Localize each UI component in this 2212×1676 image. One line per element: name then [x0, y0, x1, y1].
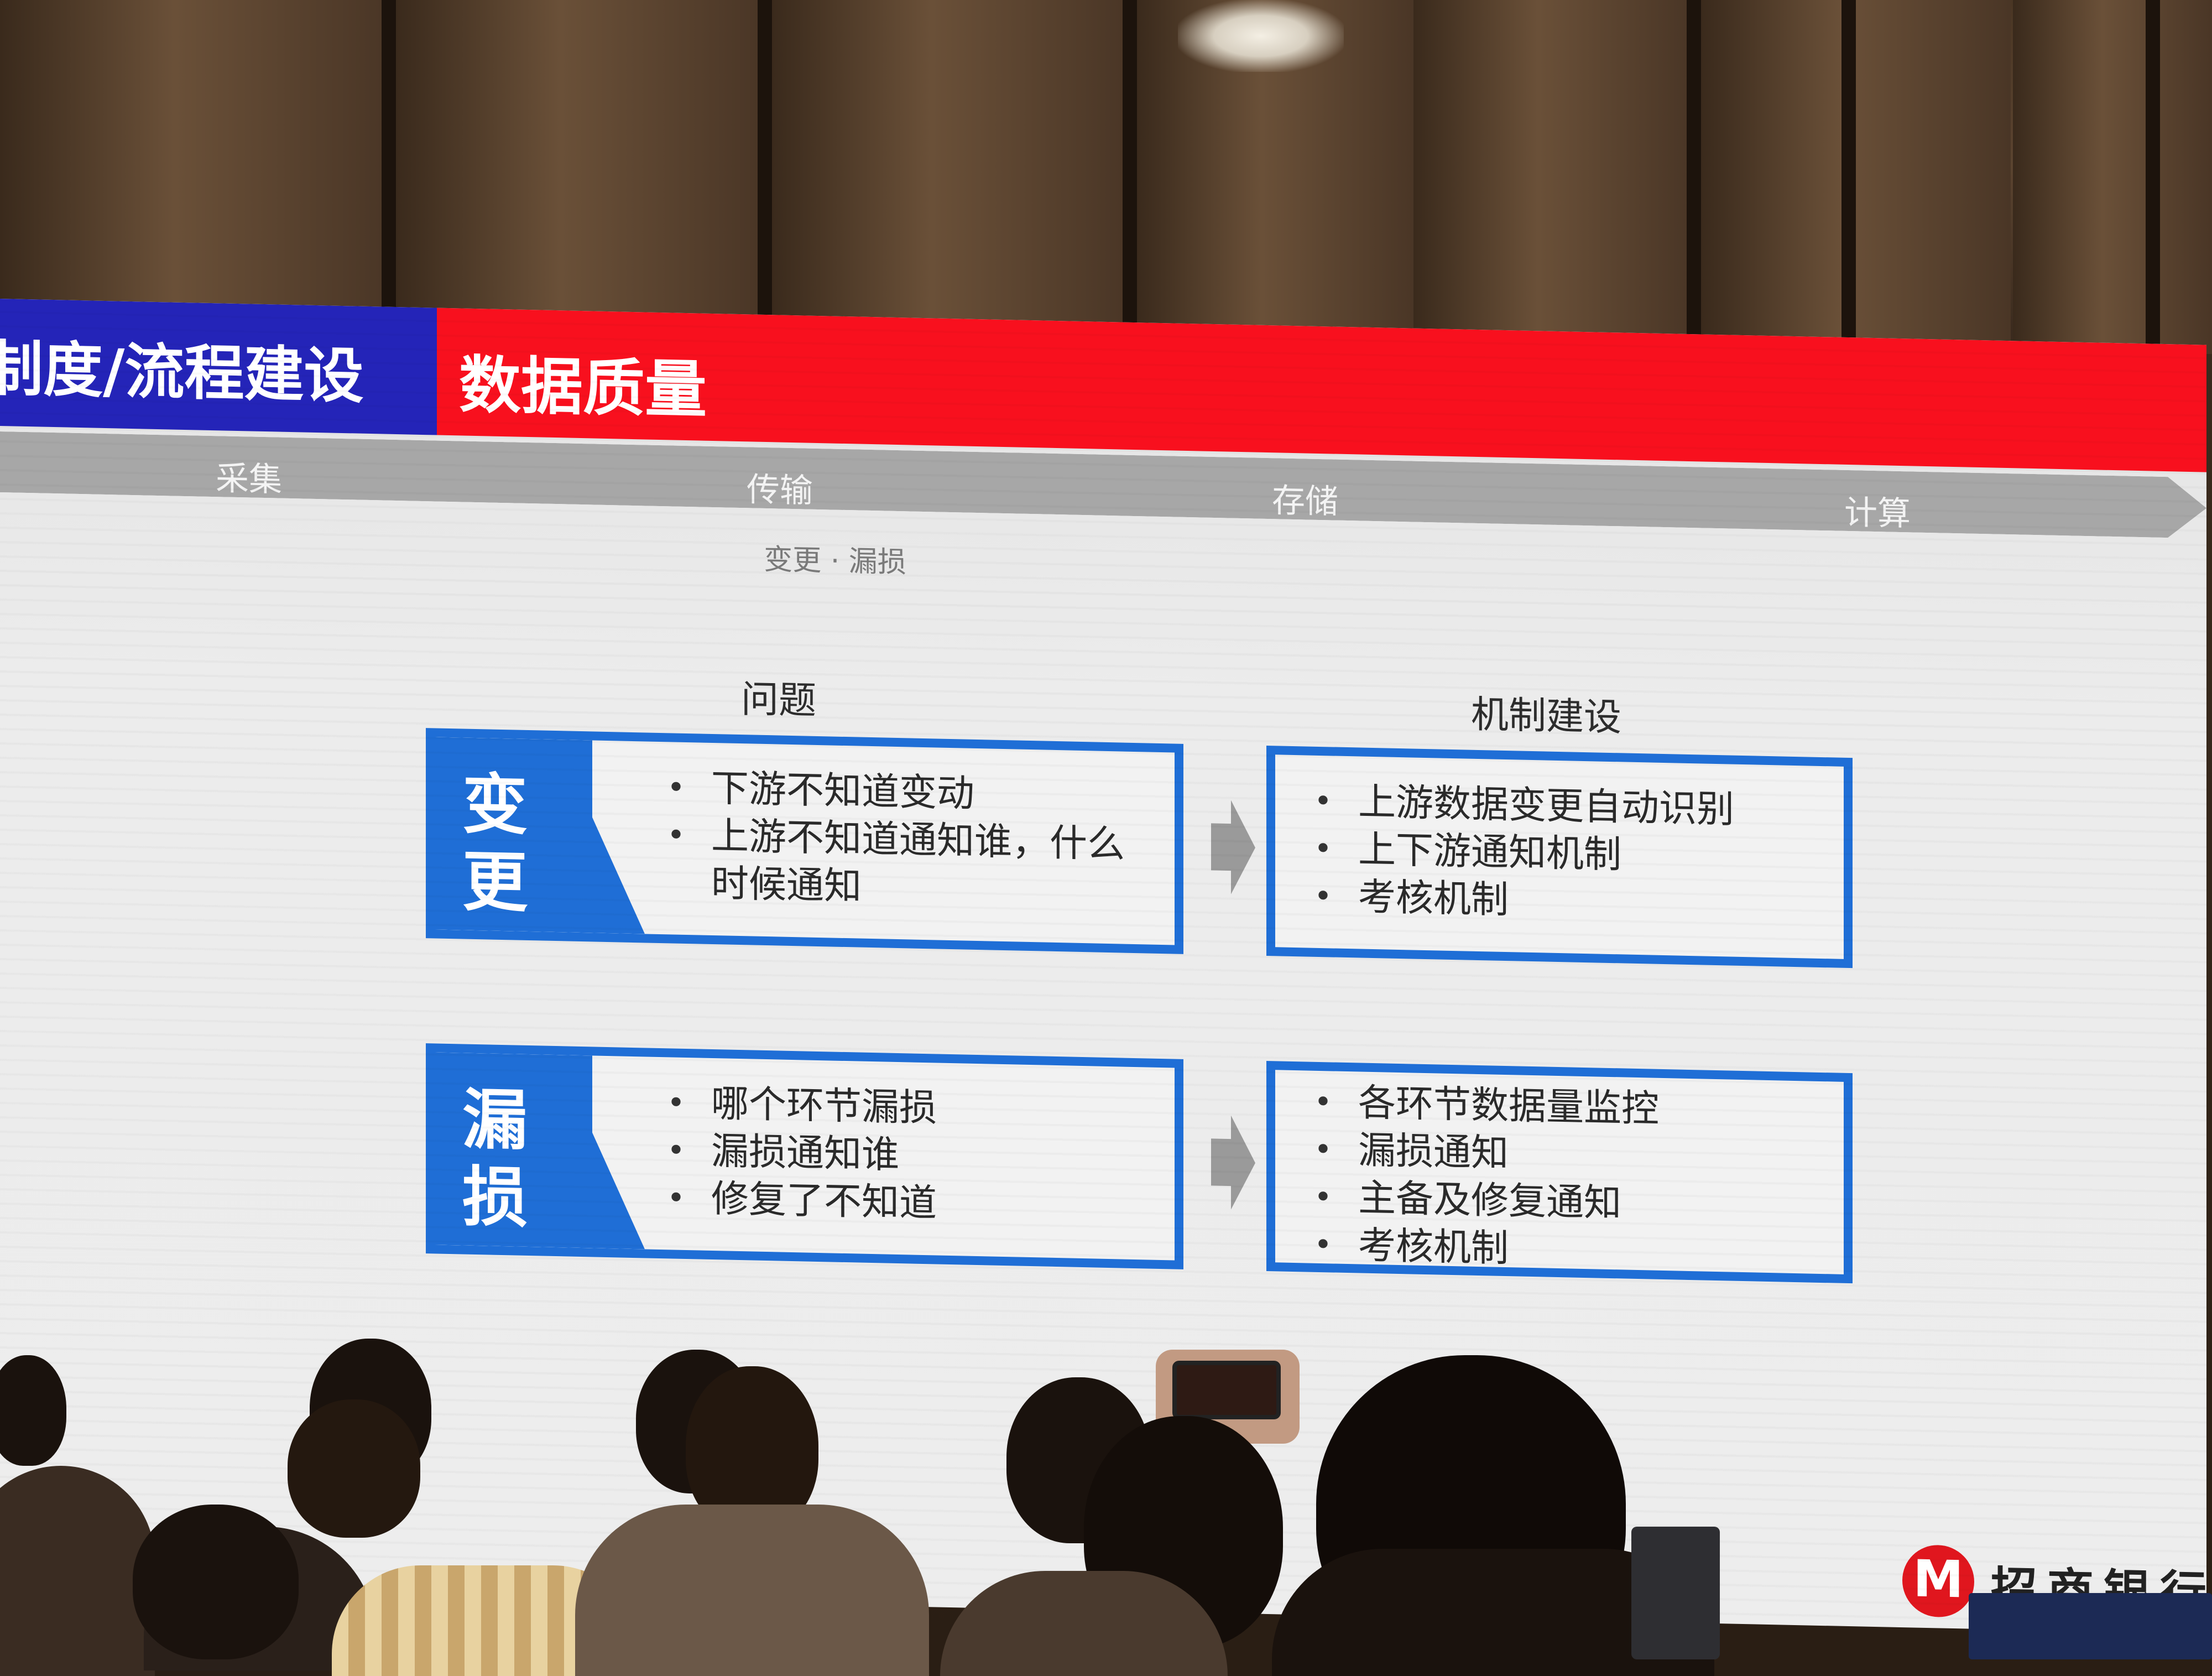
curtain-post — [2146, 0, 2160, 354]
problem-list: 下游不知道变动 上游不知道通知谁，什么时候通知 — [656, 764, 1131, 917]
issue-box-change: 变更 下游不知道变动 上游不知道通知谁，什么时候通知 — [426, 728, 1183, 954]
issue-tag: 漏损 — [435, 1052, 645, 1249]
audience-member — [575, 1505, 929, 1676]
process-note: 变更 · 漏损 — [764, 543, 906, 580]
process-step-collect: 采集 — [0, 430, 542, 503]
issue-box-leak: 漏损 哪个环节漏损 漏损通知谁 修复了不知道 — [426, 1043, 1183, 1269]
curtain-post — [758, 0, 772, 354]
mechanism-box-leak: 各环节数据量监控 漏损通知 主备及修复通知 考核机制 — [1266, 1060, 1853, 1284]
problem-list: 哪个环节漏损 漏损通知谁 修复了不知道 — [656, 1079, 937, 1228]
list-item: 主备及修复通知 — [1297, 1173, 1659, 1229]
curtain-post — [382, 0, 396, 354]
curtain-panel — [2013, 0, 2212, 354]
process-step-compute: 计算 — [1548, 464, 2206, 539]
flow-arrow-icon — [1211, 1115, 1255, 1210]
mechanism-list: 各环节数据量监控 漏损通知 主备及修复通知 考核机制 — [1297, 1078, 1659, 1276]
list-item: 上下游通知机制 — [1297, 825, 1734, 882]
list-item: 上游不知道通知谁，什么时候通知 — [656, 811, 1131, 917]
problems-header: 问题 — [741, 678, 817, 723]
audience-head — [133, 1505, 299, 1659]
list-item: 漏损通知谁 — [656, 1127, 937, 1180]
issue-tag-label: 漏损 — [462, 1081, 528, 1236]
chandelier — [1178, 0, 1344, 72]
phone-icon — [1172, 1361, 1281, 1419]
mechanism-box-change: 上游数据变更自动识别 上下游通知机制 考核机制 — [1266, 745, 1853, 969]
list-item: 各环节数据量监控 — [1297, 1078, 1659, 1133]
list-item: 上游数据变更自动识别 — [1297, 777, 1734, 834]
curtain-post — [1687, 0, 1701, 354]
issue-tag-label: 变更 — [462, 766, 528, 921]
list-item: 修复了不知道 — [656, 1174, 937, 1228]
curtain-panel — [1413, 0, 1690, 354]
curtain-panel — [1701, 0, 2011, 354]
flow-arrow-icon — [1211, 800, 1255, 895]
audience-head — [0, 1355, 66, 1466]
list-item: 考核机制 — [1297, 1221, 1659, 1276]
section-title: 制度/流程建设 — [0, 334, 364, 412]
curtain-post — [1841, 0, 1856, 354]
issue-tag: 变更 — [435, 737, 645, 934]
process-step-transfer: 传输 — [498, 442, 1062, 514]
camera-equipment — [1631, 1527, 1720, 1659]
audience-head — [288, 1399, 420, 1538]
process-step-label: 计算 — [1844, 493, 1911, 534]
curtain-panel — [772, 0, 1126, 354]
process-step-label: 采集 — [216, 459, 282, 499]
mechanisms-header: 机制建设 — [1471, 693, 1622, 740]
list-item: 漏损通知 — [1297, 1126, 1659, 1181]
curtain-panel — [396, 0, 761, 354]
process-step-store: 存储 — [1018, 453, 1593, 526]
section-title-bar: 制度/流程建设 — [0, 299, 437, 435]
stage-equipment — [1969, 1593, 2212, 1659]
page-title: 数据质量 — [459, 349, 707, 426]
curtain-post — [1123, 0, 1137, 354]
mechanism-list: 上游数据变更自动识别 上下游通知机制 考核机制 — [1297, 777, 1734, 929]
bank-logo-mark-icon — [1902, 1544, 1974, 1618]
process-step-label: 存储 — [1272, 481, 1338, 522]
process-step-label: 传输 — [747, 470, 813, 511]
list-item: 哪个环节漏损 — [656, 1079, 937, 1133]
list-item: 考核机制 — [1297, 872, 1734, 929]
